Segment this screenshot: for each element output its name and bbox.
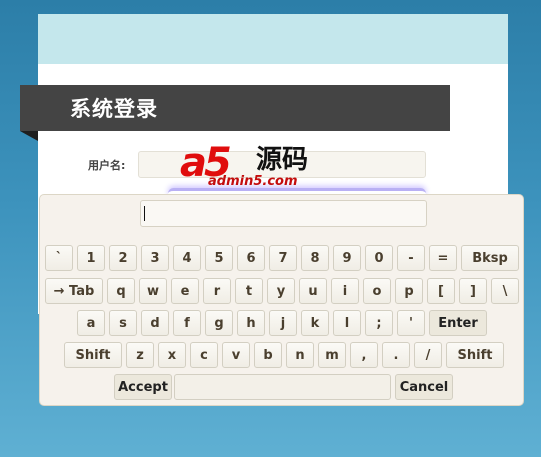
admin5-logo: a5 源码 admin5.com <box>180 138 330 196</box>
key-3[interactable]: 3 <box>141 245 169 271</box>
key-quote[interactable]: ' <box>397 310 425 336</box>
key-shift-right[interactable]: Shift <box>446 342 504 368</box>
key-q[interactable]: q <box>107 278 135 304</box>
key-slash[interactable]: / <box>414 342 442 368</box>
key-p[interactable]: p <box>395 278 423 304</box>
username-label: 用户名: <box>88 159 126 172</box>
key-i[interactable]: i <box>331 278 359 304</box>
key-1[interactable]: 1 <box>77 245 105 271</box>
key-j[interactable]: j <box>269 310 297 336</box>
key-l[interactable]: l <box>333 310 361 336</box>
key-semicolon[interactable]: ; <box>365 310 393 336</box>
keyboard-preview-input[interactable] <box>140 200 427 227</box>
cancel-button[interactable]: Cancel <box>395 374 453 400</box>
key-5[interactable]: 5 <box>205 245 233 271</box>
key-left-bracket[interactable]: [ <box>427 278 455 304</box>
key-z[interactable]: z <box>126 342 154 368</box>
key-4[interactable]: 4 <box>173 245 201 271</box>
key-minus[interactable]: - <box>397 245 425 271</box>
key-u[interactable]: u <box>299 278 327 304</box>
page-title: 系统登录 <box>70 97 158 121</box>
key-enter[interactable]: Enter <box>429 310 487 336</box>
key-b[interactable]: b <box>254 342 282 368</box>
key-2[interactable]: 2 <box>109 245 137 271</box>
key-comma[interactable]: , <box>350 342 378 368</box>
key-r[interactable]: r <box>203 278 231 304</box>
key-8[interactable]: 8 <box>301 245 329 271</box>
title-banner: 系统登录 <box>20 85 450 141</box>
text-caret <box>144 206 145 221</box>
key-7[interactable]: 7 <box>269 245 297 271</box>
virtual-keyboard: ` 1 2 3 4 5 6 7 8 9 0 - = Bksp → Tab q w… <box>39 194 524 406</box>
key-e[interactable]: e <box>171 278 199 304</box>
key-g[interactable]: g <box>205 310 233 336</box>
key-x[interactable]: x <box>158 342 186 368</box>
key-f[interactable]: f <box>173 310 201 336</box>
key-n[interactable]: n <box>286 342 314 368</box>
accept-button[interactable]: Accept <box>114 374 172 400</box>
key-t[interactable]: t <box>235 278 263 304</box>
key-6[interactable]: 6 <box>237 245 265 271</box>
key-a[interactable]: a <box>77 310 105 336</box>
key-backslash[interactable]: \ <box>491 278 519 304</box>
key-v[interactable]: v <box>222 342 250 368</box>
key-o[interactable]: o <box>363 278 391 304</box>
key-shift-left[interactable]: Shift <box>64 342 122 368</box>
key-h[interactable]: h <box>237 310 265 336</box>
key-backtick[interactable]: ` <box>45 245 73 271</box>
key-k[interactable]: k <box>301 310 329 336</box>
key-period[interactable]: . <box>382 342 410 368</box>
key-equals[interactable]: = <box>429 245 457 271</box>
panel-header-strip <box>38 14 508 64</box>
key-y[interactable]: y <box>267 278 295 304</box>
key-d[interactable]: d <box>141 310 169 336</box>
logo-chinese: 源码 <box>256 145 309 175</box>
key-0[interactable]: 0 <box>365 245 393 271</box>
key-tab[interactable]: → Tab <box>45 278 103 304</box>
key-space[interactable] <box>174 374 391 400</box>
key-backspace[interactable]: Bksp <box>461 245 519 271</box>
key-w[interactable]: w <box>139 278 167 304</box>
key-9[interactable]: 9 <box>333 245 361 271</box>
key-c[interactable]: c <box>190 342 218 368</box>
key-m[interactable]: m <box>318 342 346 368</box>
key-right-bracket[interactable]: ] <box>459 278 487 304</box>
key-s[interactable]: s <box>109 310 137 336</box>
logo-url: admin5.com <box>208 174 298 189</box>
